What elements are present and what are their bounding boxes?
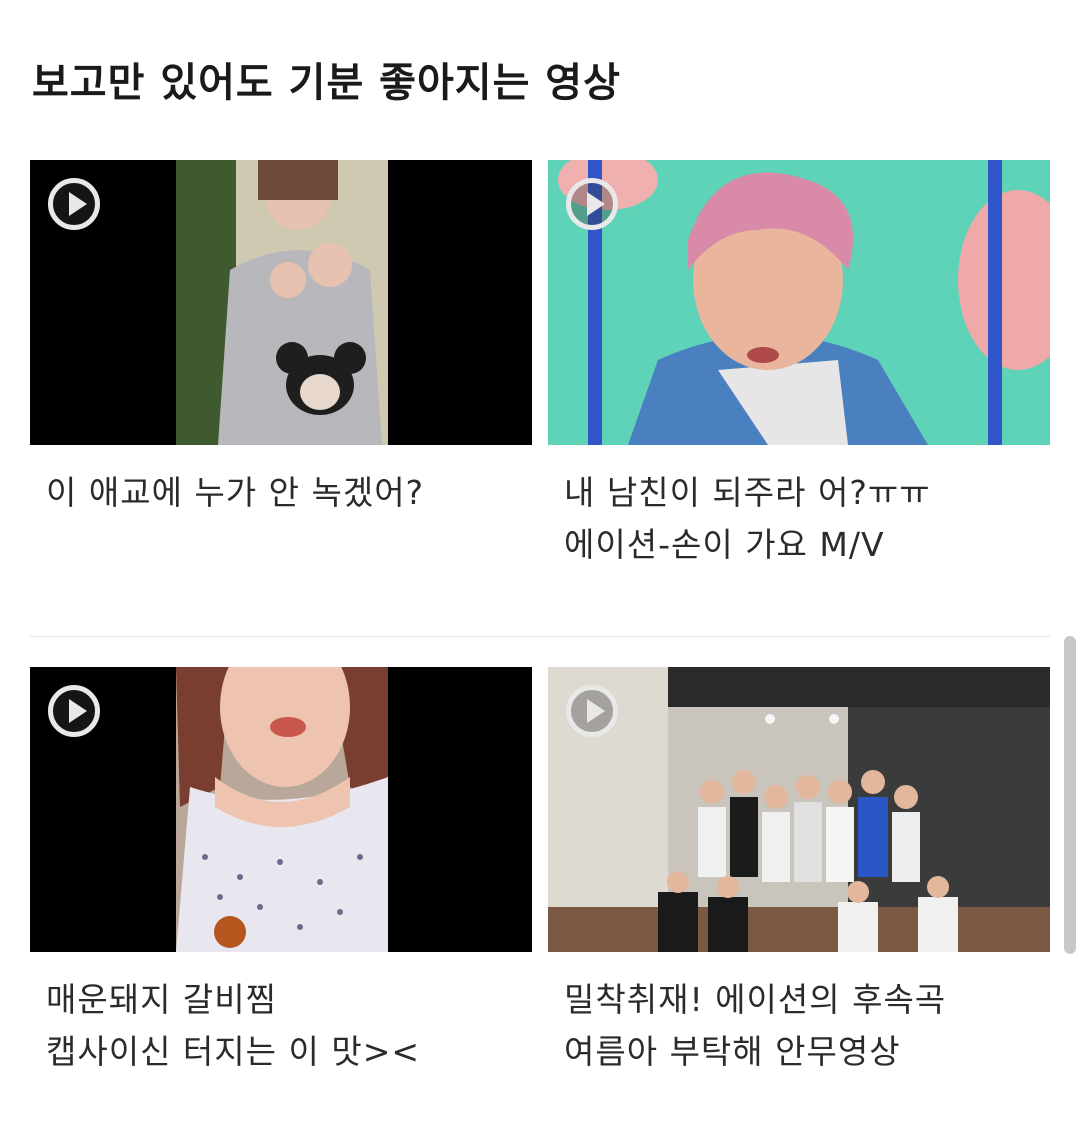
thumbnail-image xyxy=(548,160,1050,445)
caption-line: 밀착취재! 에이션의 후속곡 xyxy=(564,980,947,1019)
thumbnail-image xyxy=(30,160,532,445)
video-card-2[interactable]: 내 남친이 되주라 어?ㅠㅠ 에이션-손이 가요 M/V xyxy=(548,160,1050,571)
video-thumbnail[interactable] xyxy=(548,667,1050,952)
video-card-1[interactable]: 이 애교에 누가 안 녹겠어? xyxy=(30,160,532,519)
video-thumbnail[interactable] xyxy=(30,160,532,445)
play-circle-icon[interactable] xyxy=(48,178,100,230)
play-circle-icon[interactable] xyxy=(566,178,618,230)
video-card-4[interactable]: 밀착취재! 에이션의 후속곡 여름아 부탁해 안무영상 xyxy=(548,667,1050,1078)
section-title: 보고만 있어도 기분 좋아지는 영상 xyxy=(32,60,621,106)
video-feed-page: 보고만 있어도 기분 좋아지는 영상 이 애교에 누가 안 녹겠어? 내 남친이… xyxy=(0,0,1080,1144)
video-card-3[interactable]: 매운돼지 갈비찜 캡사이신 터지는 이 맛>< xyxy=(30,667,532,1078)
video-thumbnail[interactable] xyxy=(548,160,1050,445)
vertical-scrollbar[interactable] xyxy=(1064,636,1076,954)
caption-line: 이 애교에 누가 안 녹겠어? xyxy=(46,473,425,512)
caption-line: 에이션-손이 가요 M/V xyxy=(564,525,885,564)
section-divider xyxy=(30,636,1050,637)
caption-line: 내 남친이 되주라 어?ㅠㅠ xyxy=(564,473,931,512)
video-caption[interactable]: 내 남친이 되주라 어?ㅠㅠ 에이션-손이 가요 M/V xyxy=(548,467,1050,571)
video-thumbnail[interactable] xyxy=(30,667,532,952)
thumbnail-image xyxy=(30,667,532,952)
caption-line: 여름아 부탁해 안무영상 xyxy=(564,1032,901,1071)
video-caption[interactable]: 이 애교에 누가 안 녹겠어? xyxy=(30,467,532,519)
video-caption[interactable]: 밀착취재! 에이션의 후속곡 여름아 부탁해 안무영상 xyxy=(548,974,1050,1078)
play-circle-icon[interactable] xyxy=(566,685,618,737)
thumbnail-image xyxy=(548,667,1050,952)
video-caption[interactable]: 매운돼지 갈비찜 캡사이신 터지는 이 맛>< xyxy=(30,974,532,1078)
play-circle-icon[interactable] xyxy=(48,685,100,737)
caption-line: 캡사이신 터지는 이 맛>< xyxy=(46,1032,421,1071)
caption-line: 매운돼지 갈비찜 xyxy=(46,980,278,1019)
